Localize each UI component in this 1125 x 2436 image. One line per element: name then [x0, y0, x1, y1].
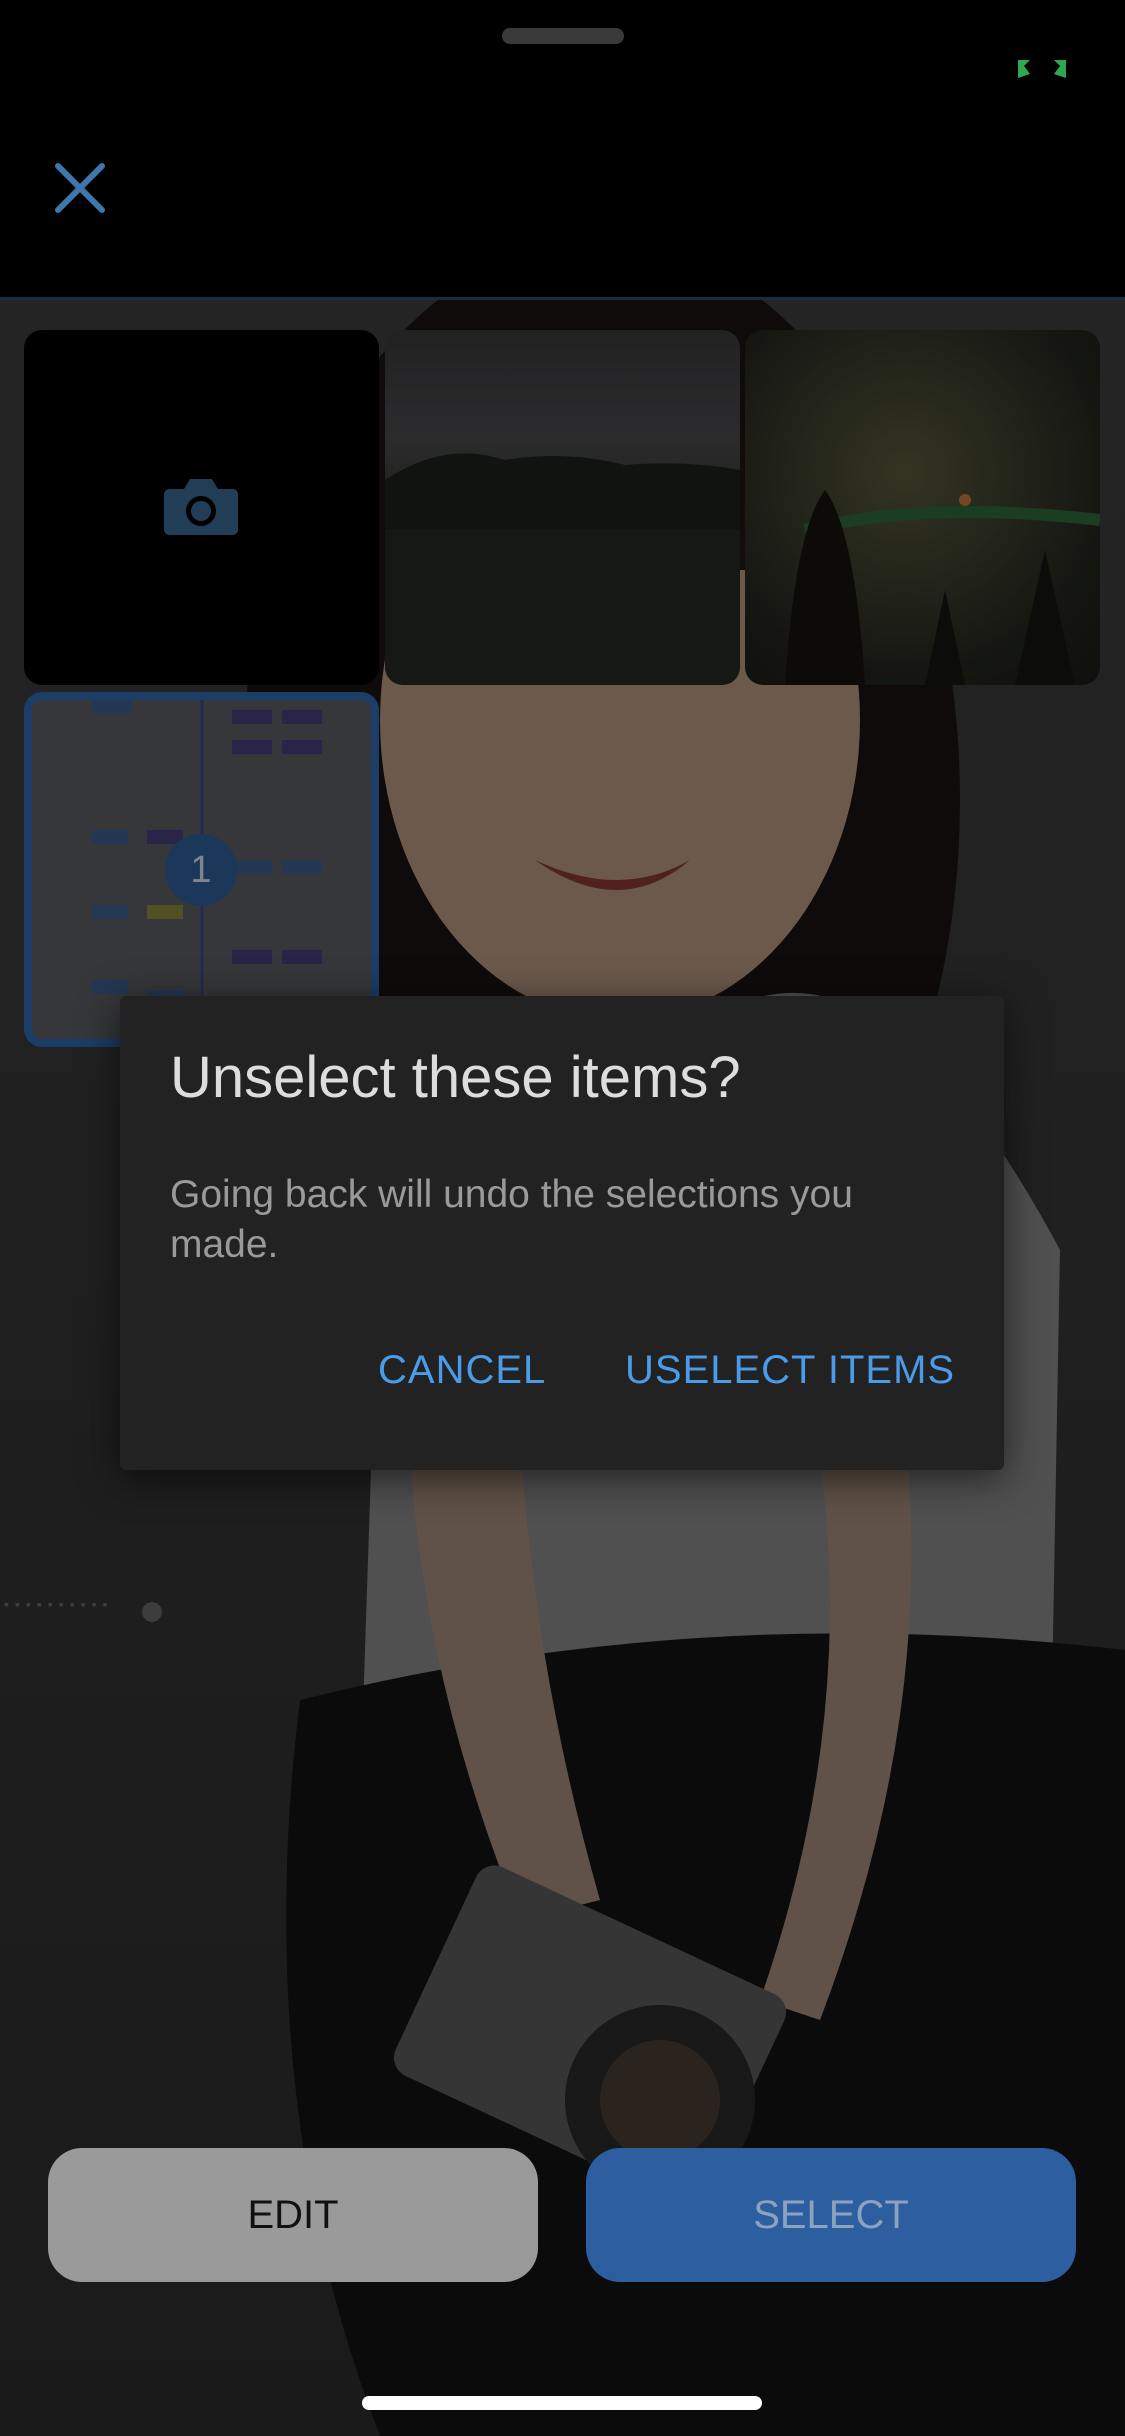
close-icon[interactable]	[50, 158, 110, 218]
dialog-message: Going back will undo the selections you …	[170, 1173, 853, 1266]
unselect-dialog: Unselect these items? Going back will un…	[120, 996, 1004, 1470]
top-bar	[0, 0, 1125, 300]
sheet-grabber[interactable]	[502, 28, 624, 44]
fullscreen-indicator-icon	[1018, 60, 1066, 78]
dialog-title: Unselect these items?	[170, 1045, 741, 1110]
unselect-items-button[interactable]: USELECT ITEMS	[625, 1348, 955, 1393]
cancel-button[interactable]: CANCEL	[378, 1348, 546, 1393]
select-button[interactable]: SELECT	[586, 2148, 1076, 2282]
home-indicator[interactable]	[362, 2396, 762, 2410]
edit-button[interactable]: EDIT	[48, 2148, 538, 2282]
